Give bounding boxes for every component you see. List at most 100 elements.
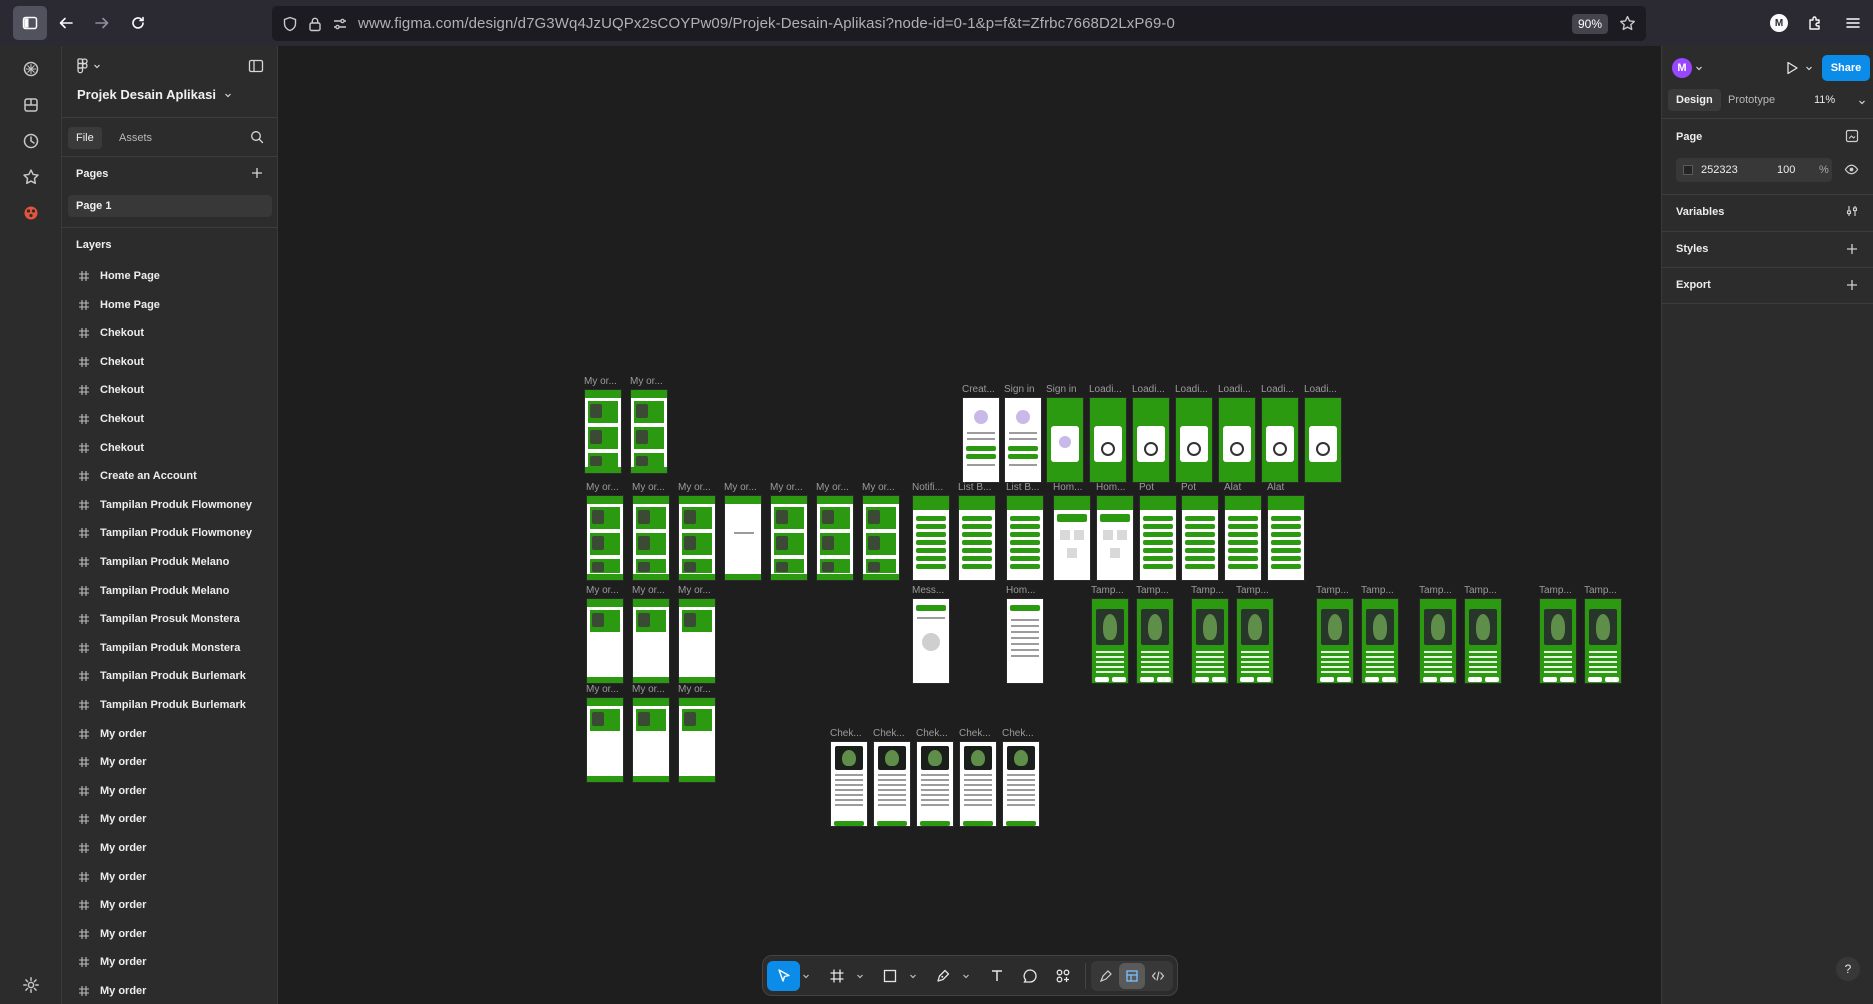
frame-label[interactable]: My or... [632, 585, 665, 596]
address-bar[interactable]: www.figma.com/design/d7G3Wq4JzUQPx2sCOYP… [272, 6, 1646, 41]
tab-prototype[interactable]: Prototype [1720, 89, 1783, 111]
frame-thumbnail[interactable] [1361, 598, 1399, 684]
figma-community-icon[interactable] [20, 202, 42, 224]
chevron-down-icon[interactable] [960, 961, 972, 991]
frame-thumbnail[interactable] [1464, 598, 1502, 684]
frame-label[interactable]: My or... [770, 482, 803, 493]
frame-label[interactable]: Tamp... [1464, 585, 1497, 596]
chevron-down-icon[interactable] [1805, 64, 1813, 72]
search-icon[interactable] [250, 130, 264, 144]
layer-item[interactable]: My order [62, 805, 277, 833]
frame-thumbnail[interactable] [1539, 598, 1577, 684]
frame-thumbnail[interactable] [912, 495, 950, 581]
add-export-plus-icon[interactable] [1845, 278, 1859, 292]
frame-thumbnail[interactable] [1175, 397, 1213, 483]
frame-thumbnail[interactable] [1136, 598, 1174, 684]
move-tool-button[interactable] [767, 960, 801, 991]
color-swatch[interactable] [1683, 165, 1693, 175]
lock-icon[interactable] [308, 16, 322, 32]
frame-label[interactable]: Loadi... [1175, 384, 1208, 395]
frame-thumbnail[interactable] [1584, 598, 1622, 684]
file-name-menu[interactable]: Projek Desain Aplikasi [77, 87, 232, 102]
zoom-level-badge[interactable]: 90% [1571, 14, 1608, 34]
frame-label[interactable]: Notifi... [912, 482, 943, 493]
main-menu-button[interactable] [76, 58, 101, 74]
frame-thumbnail[interactable] [1002, 741, 1040, 827]
frame-thumbnail[interactable] [1267, 495, 1305, 581]
bookmark-star-icon[interactable] [1619, 15, 1636, 32]
menu-hamburger-icon[interactable] [1836, 6, 1870, 40]
layer-item[interactable]: Tampilan Produk Melano [62, 548, 277, 576]
frame-thumbnail[interactable] [1191, 598, 1229, 684]
user-avatar[interactable]: M [1672, 58, 1692, 78]
frame-label[interactable]: Hom... [1096, 482, 1125, 493]
frame-thumbnail[interactable] [1046, 397, 1084, 483]
frame-thumbnail[interactable] [1261, 397, 1299, 483]
chevron-down-icon[interactable] [907, 961, 919, 991]
frame-label[interactable]: Tamp... [1136, 585, 1169, 596]
background-opacity[interactable]: 100 [1777, 164, 1795, 176]
frame-label[interactable]: Tamp... [1539, 585, 1572, 596]
frame-label[interactable]: Tamp... [1091, 585, 1124, 596]
text-tool-button[interactable] [980, 961, 1013, 991]
frame-thumbnail[interactable] [678, 598, 716, 684]
actions-tool-button[interactable] [1047, 961, 1080, 991]
layer-item[interactable]: Tampilan Produk Melano [62, 577, 277, 605]
permissions-icon[interactable] [332, 16, 348, 32]
frame-label[interactable]: My or... [816, 482, 849, 493]
frame-label[interactable]: My or... [678, 684, 711, 695]
frame-label[interactable]: Tamp... [1361, 585, 1394, 596]
frame-thumbnail[interactable] [630, 389, 668, 474]
frame-label[interactable]: Loadi... [1304, 384, 1337, 395]
tab-design[interactable]: Design [1668, 89, 1721, 111]
frame-label[interactable]: My or... [862, 482, 895, 493]
frame-thumbnail[interactable] [959, 741, 997, 827]
design-mode-icon[interactable] [1119, 962, 1146, 989]
frame-label[interactable]: List B... [1006, 482, 1039, 493]
frame-label[interactable]: List B... [958, 482, 991, 493]
frame-thumbnail[interactable] [873, 741, 911, 827]
frame-thumbnail[interactable] [1419, 598, 1457, 684]
frame-thumbnail[interactable] [1218, 397, 1256, 483]
frame-thumbnail[interactable] [586, 598, 624, 684]
frame-tool-button[interactable] [820, 961, 853, 991]
page-item-page-1[interactable]: Page 1 [68, 195, 272, 217]
forward-arrow-icon[interactable] [85, 6, 119, 40]
tab-assets[interactable]: Assets [111, 127, 160, 149]
frame-thumbnail[interactable] [678, 495, 716, 581]
pen-tool-button[interactable] [927, 961, 960, 991]
layer-item[interactable]: My order [62, 977, 277, 1004]
layer-item[interactable]: My order [62, 834, 277, 862]
frame-thumbnail[interactable] [724, 495, 762, 581]
frame-label[interactable]: My or... [584, 376, 617, 387]
rectangle-tool-button[interactable] [873, 961, 906, 991]
shield-icon[interactable] [282, 16, 298, 32]
layer-item[interactable]: Tampilan Produk Burlemark [62, 662, 277, 690]
help-button[interactable]: ? [1836, 957, 1860, 981]
frame-label[interactable]: My or... [586, 684, 619, 695]
frame-thumbnail[interactable] [1181, 495, 1219, 581]
layer-item[interactable]: Chekout [62, 348, 277, 376]
frame-label[interactable]: My or... [586, 482, 619, 493]
frame-thumbnail[interactable] [632, 697, 670, 783]
background-hex[interactable]: 252323 [1701, 164, 1738, 176]
dev-mode-code-icon[interactable] [1145, 963, 1171, 989]
frame-thumbnail[interactable] [1091, 598, 1129, 684]
layer-item[interactable]: Tampilan Produk Flowmoney [62, 491, 277, 519]
reload-icon[interactable] [121, 6, 155, 40]
frame-thumbnail[interactable] [632, 495, 670, 581]
frame-label[interactable]: My or... [632, 482, 665, 493]
frame-thumbnail[interactable] [962, 397, 1000, 483]
frame-thumbnail[interactable] [586, 697, 624, 783]
layer-item[interactable]: Home Page [62, 262, 277, 290]
layer-item[interactable]: My order [62, 777, 277, 805]
frame-label[interactable]: My or... [586, 585, 619, 596]
layer-item[interactable]: My order [62, 863, 277, 891]
back-arrow-icon[interactable] [49, 6, 83, 40]
add-page-plus-icon[interactable] [250, 166, 264, 180]
frame-thumbnail[interactable] [1006, 598, 1044, 684]
frame-label[interactable]: Pot [1139, 482, 1154, 493]
frame-thumbnail[interactable] [586, 495, 624, 581]
frame-label[interactable]: Hom... [1053, 482, 1082, 493]
chevron-down-icon[interactable] [1858, 98, 1866, 106]
